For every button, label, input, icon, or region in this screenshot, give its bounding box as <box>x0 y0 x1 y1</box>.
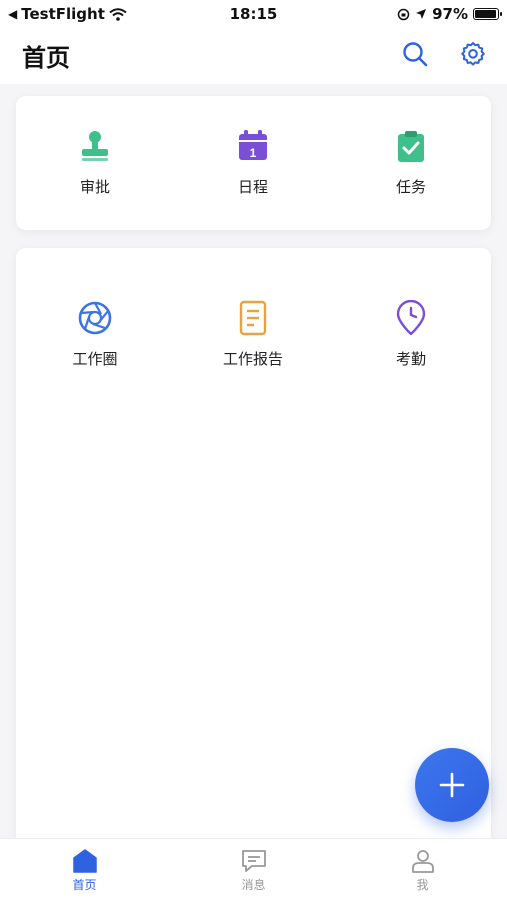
app-schedule[interactable]: 1 日程 <box>174 126 332 197</box>
add-button[interactable] <box>415 748 489 822</box>
person-icon <box>411 850 434 873</box>
app-label: 日程 <box>237 178 268 196</box>
search-button[interactable] <box>398 37 432 71</box>
location-icon <box>416 9 427 19</box>
clipboard-check-icon <box>391 126 431 166</box>
app-label: 工作圈 <box>72 350 118 368</box>
tab-me[interactable]: 我 <box>338 839 507 901</box>
app-label: 工作报告 <box>222 350 283 368</box>
app-label: 任务 <box>395 178 426 196</box>
clock-pin-icon <box>391 298 431 338</box>
app-tasks[interactable]: 任务 <box>332 126 490 197</box>
message-icon <box>241 850 266 872</box>
plus-icon <box>439 772 465 798</box>
app-label: 考勤 <box>395 350 426 368</box>
battery-percent: 97% <box>432 5 468 23</box>
home-icon <box>72 849 97 873</box>
report-icon <box>233 298 273 338</box>
app-label: 审批 <box>79 178 110 196</box>
stamp-icon <box>75 126 115 166</box>
gear-icon <box>461 42 485 66</box>
quick-apps-card: 审批 1 日程 任务 <box>16 96 491 230</box>
app-work-circle[interactable]: 工作圈 <box>16 298 174 369</box>
app-attendance[interactable]: 考勤 <box>332 298 490 369</box>
app-work-report[interactable]: 工作报告 <box>174 298 332 369</box>
page-header: 首页 <box>0 28 507 84</box>
battery-icon <box>473 8 502 20</box>
app-approval[interactable]: 审批 <box>16 126 174 197</box>
orientation-lock-icon <box>397 8 410 20</box>
aperture-icon <box>75 298 115 338</box>
tab-home[interactable]: 首页 <box>0 839 169 901</box>
calendar-icon: 1 <box>233 126 273 166</box>
tab-bar: 首页 消息 我 <box>0 838 507 901</box>
tab-label: 首页 <box>72 878 97 892</box>
tab-label: 我 <box>416 878 429 892</box>
page-title: 首页 <box>22 44 70 72</box>
settings-button[interactable] <box>456 37 490 71</box>
svg-text:1: 1 <box>250 146 257 160</box>
tab-messages[interactable]: 消息 <box>169 839 338 901</box>
tab-label: 消息 <box>241 878 266 892</box>
status-bar: ◀ TestFlight 18:15 97% <box>0 0 507 28</box>
search-icon <box>403 42 428 67</box>
